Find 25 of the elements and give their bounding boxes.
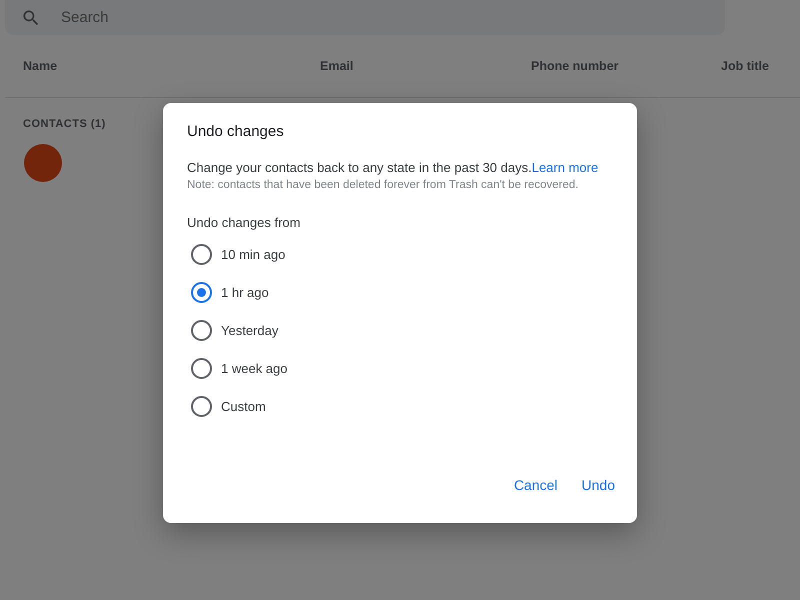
cancel-button[interactable]: Cancel <box>506 471 566 499</box>
radio-button[interactable] <box>191 320 212 341</box>
undo-button[interactable]: Undo <box>574 471 623 499</box>
search-field[interactable]: Search <box>59 8 262 27</box>
description-text: Change your contacts back to any state in the past 30 days. <box>187 160 532 175</box>
column-header: Job title <box>721 59 769 73</box>
option-label[interactable]: Yesterday <box>221 323 278 338</box>
option-label[interactable]: 1 week ago <box>221 361 288 376</box>
option-label[interactable]: Custom <box>221 399 266 414</box>
learn-more-link[interactable]: Learn more <box>532 160 598 175</box>
option-label[interactable]: 1 hr ago <box>221 285 269 300</box>
group-label: Undo changes from <box>187 215 302 230</box>
option-label[interactable]: 10 min ago <box>221 247 286 262</box>
section-label: CONTACTS (1) <box>23 118 107 130</box>
column-header: Name <box>23 59 58 73</box>
dialog-title: Undo changes <box>187 123 285 140</box>
column-header: Phone number <box>531 59 620 73</box>
radio-button[interactable] <box>191 396 212 417</box>
radio-button[interactable] <box>191 358 212 379</box>
radio-button[interactable] <box>191 244 212 265</box>
note-text: Note: contacts that have been deleted forever from Trash can't be recovered. <box>187 179 580 191</box>
radio-button[interactable] <box>191 282 212 303</box>
avatar-icon <box>24 144 62 182</box>
search-icon <box>21 8 41 28</box>
column-header: Email <box>320 59 354 73</box>
